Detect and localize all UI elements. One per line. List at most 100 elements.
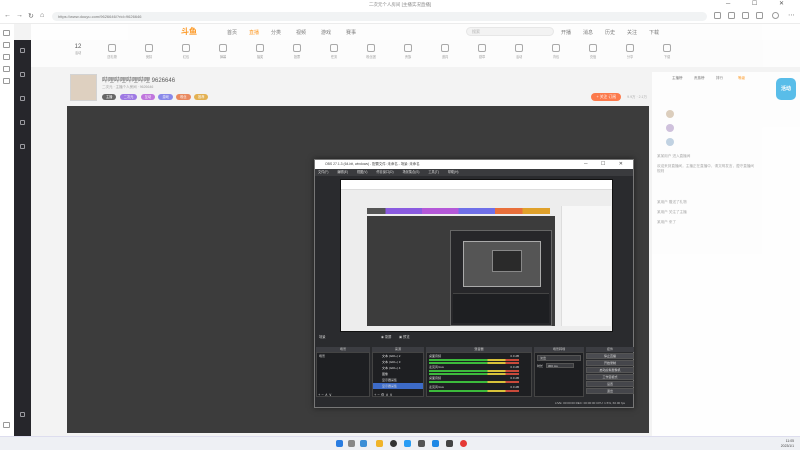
home-icon[interactable]: ⌂ [40, 12, 44, 19]
virtual-camera-button[interactable]: 启动虚拟摄像机 [586, 367, 634, 373]
source-dock-tools[interactable]: + − ⚙ ∧ ∨ [374, 392, 393, 397]
system-clock[interactable]: 11:05 2023/1/1 [781, 439, 794, 448]
source-item-selected[interactable]: 显示器采集 [373, 383, 423, 389]
activity-item[interactable]: 竞猜 [138, 44, 160, 60]
studio-mode-button[interactable]: 工作室模式 [586, 374, 634, 380]
more-icon[interactable]: ⋯ [788, 11, 795, 19]
obs-preview-toggle[interactable]: ▣ 预览 [399, 334, 410, 339]
room-tag[interactable]: 推荐 [194, 94, 209, 100]
chat-tab[interactable]: 排行 [716, 76, 723, 81]
sidebar-search-icon[interactable] [3, 30, 10, 36]
header-action-follow[interactable]: 关注 [627, 29, 637, 36]
mixer-channel[interactable]: 麦克风/Aux 0.0 dB [429, 385, 519, 393]
room-tag[interactable]: 主播 [102, 94, 117, 100]
activity-item[interactable]: 抽奖 [249, 44, 271, 60]
obs-icon[interactable] [390, 440, 397, 447]
exit-button[interactable]: 退出 [586, 388, 634, 394]
mixer-channel[interactable]: 桌面音频 0.0 dB [429, 376, 519, 384]
edge-icon[interactable] [360, 440, 367, 447]
activity-item[interactable]: 勋章 [471, 44, 493, 60]
app-icon[interactable] [446, 440, 453, 447]
forward-icon[interactable]: → [16, 12, 23, 19]
collections-icon[interactable] [728, 12, 735, 19]
scene-dock-tools[interactable]: + − ∧ ∨ [318, 392, 332, 397]
obs-menu-help[interactable]: 帮助(H) [448, 170, 459, 174]
profile-icon[interactable] [772, 12, 779, 19]
activity-item[interactable]: 投票 [286, 44, 308, 60]
activity-item[interactable]: 送礼物 [101, 44, 123, 60]
activity-item[interactable]: 粉丝团 [360, 44, 382, 60]
streamer-avatar[interactable] [70, 74, 97, 101]
activity-item[interactable]: 任务 [323, 44, 345, 60]
room-tag[interactable]: 互动 [140, 94, 156, 100]
site-search-input[interactable]: 搜索 [466, 27, 554, 36]
obs-menu-view[interactable]: 视图(V) [357, 170, 368, 174]
activity-item[interactable]: 分享 [619, 44, 641, 60]
activity-item[interactable]: 红包 [175, 44, 197, 60]
duration-input[interactable]: 300 ms [545, 363, 574, 368]
activity-item[interactable]: 背包 [545, 44, 567, 60]
activity-counter[interactable]: 12 活动 [67, 44, 89, 56]
room-tag[interactable]: 粉丝 [176, 94, 191, 100]
chat-tab[interactable]: 等级 [738, 76, 745, 81]
favorites-icon[interactable] [714, 12, 721, 19]
rail-download-item[interactable] [17, 412, 28, 419]
address-bar[interactable]: https://www.douyu.com/9626646/?rid=96266… [52, 12, 707, 21]
nav-live[interactable]: 直播 [249, 29, 259, 36]
activity-item[interactable]: 充值 [582, 44, 604, 60]
transition-select[interactable]: 淡出 [537, 355, 581, 361]
explorer-icon[interactable] [376, 440, 383, 447]
refresh-icon[interactable]: ↻ [28, 12, 34, 20]
obs-window[interactable]: OBS 27.1.3 (64-bit, windows) - 配置文件: 未命名… [314, 159, 634, 408]
obs-menu-file[interactable]: 文件(F) [318, 170, 328, 174]
room-tag[interactable]: 二次元 [119, 94, 138, 100]
sidebar-games-icon[interactable] [3, 66, 10, 72]
activity-badge[interactable]: 活动 [776, 78, 796, 100]
downloads-icon[interactable] [756, 12, 763, 19]
scene-item[interactable]: 场景 [317, 353, 369, 359]
obs-menu-docks[interactable]: 停靠窗口(D) [376, 170, 393, 174]
obs-window-controls[interactable]: ─ ☐ ✕ [584, 160, 629, 169]
extensions-icon[interactable] [742, 12, 749, 19]
stop-streaming-button[interactable]: 停止直播 [586, 353, 634, 359]
nav-category[interactable]: 分类 [271, 29, 281, 36]
activity-item[interactable]: 弹幕 [212, 44, 234, 60]
sidebar-settings-icon[interactable] [3, 422, 10, 428]
activity-item[interactable]: 下载 [656, 44, 678, 60]
nav-video[interactable]: 视频 [296, 29, 306, 36]
chat-tab[interactable]: 主播榜 [672, 76, 683, 81]
site-logo[interactable]: 斗鱼 [181, 26, 197, 37]
header-action-download[interactable]: 下载 [649, 29, 659, 36]
obs-menu-edit[interactable]: 编辑(E) [337, 170, 348, 174]
follow-button[interactable]: + 关注 订阅 [591, 93, 621, 101]
activity-item[interactable]: 活动 [508, 44, 530, 60]
rail-category-item[interactable] [17, 96, 28, 103]
header-action-broadcast[interactable]: 开播 [561, 29, 571, 36]
mixer-channel[interactable]: 桌面音频 0.0 dB [429, 354, 519, 365]
app-icon[interactable] [404, 440, 411, 447]
rail-home-item[interactable] [17, 48, 28, 55]
search-icon[interactable] [348, 440, 355, 447]
app-icon[interactable] [432, 440, 439, 447]
sidebar-tools-icon[interactable] [3, 54, 10, 60]
obs-preview[interactable] [340, 179, 613, 332]
room-tag[interactable]: 游戏 [158, 94, 173, 100]
app-icon[interactable] [418, 440, 425, 447]
activity-item[interactable]: 贵族 [397, 44, 419, 60]
nav-events[interactable]: 赛事 [346, 29, 356, 36]
mixer-channel[interactable]: 麦克风/Aux 0.0 dB [429, 365, 519, 376]
rail-video-item[interactable] [17, 120, 28, 127]
app-icon[interactable] [460, 440, 467, 447]
rail-follow-item[interactable] [17, 144, 28, 151]
obs-menu-tools[interactable]: 工具(T) [428, 170, 438, 174]
header-action-messages[interactable]: 消息 [583, 29, 593, 36]
obs-menu-scene-collection[interactable]: 场景集合(S) [402, 170, 419, 174]
header-action-history[interactable]: 历史 [605, 29, 615, 36]
sidebar-office-icon[interactable] [3, 78, 10, 84]
chat-tab[interactable]: 贵族榜 [694, 76, 705, 81]
start-icon[interactable] [336, 440, 343, 447]
sidebar-shopping-icon[interactable] [3, 42, 10, 48]
obs-studio-mode-toggle[interactable]: ◉ 录屏 [381, 334, 391, 339]
window-controls[interactable]: ─ ☐ ✕ [726, 0, 794, 9]
settings-button[interactable]: 设置 [586, 381, 634, 387]
